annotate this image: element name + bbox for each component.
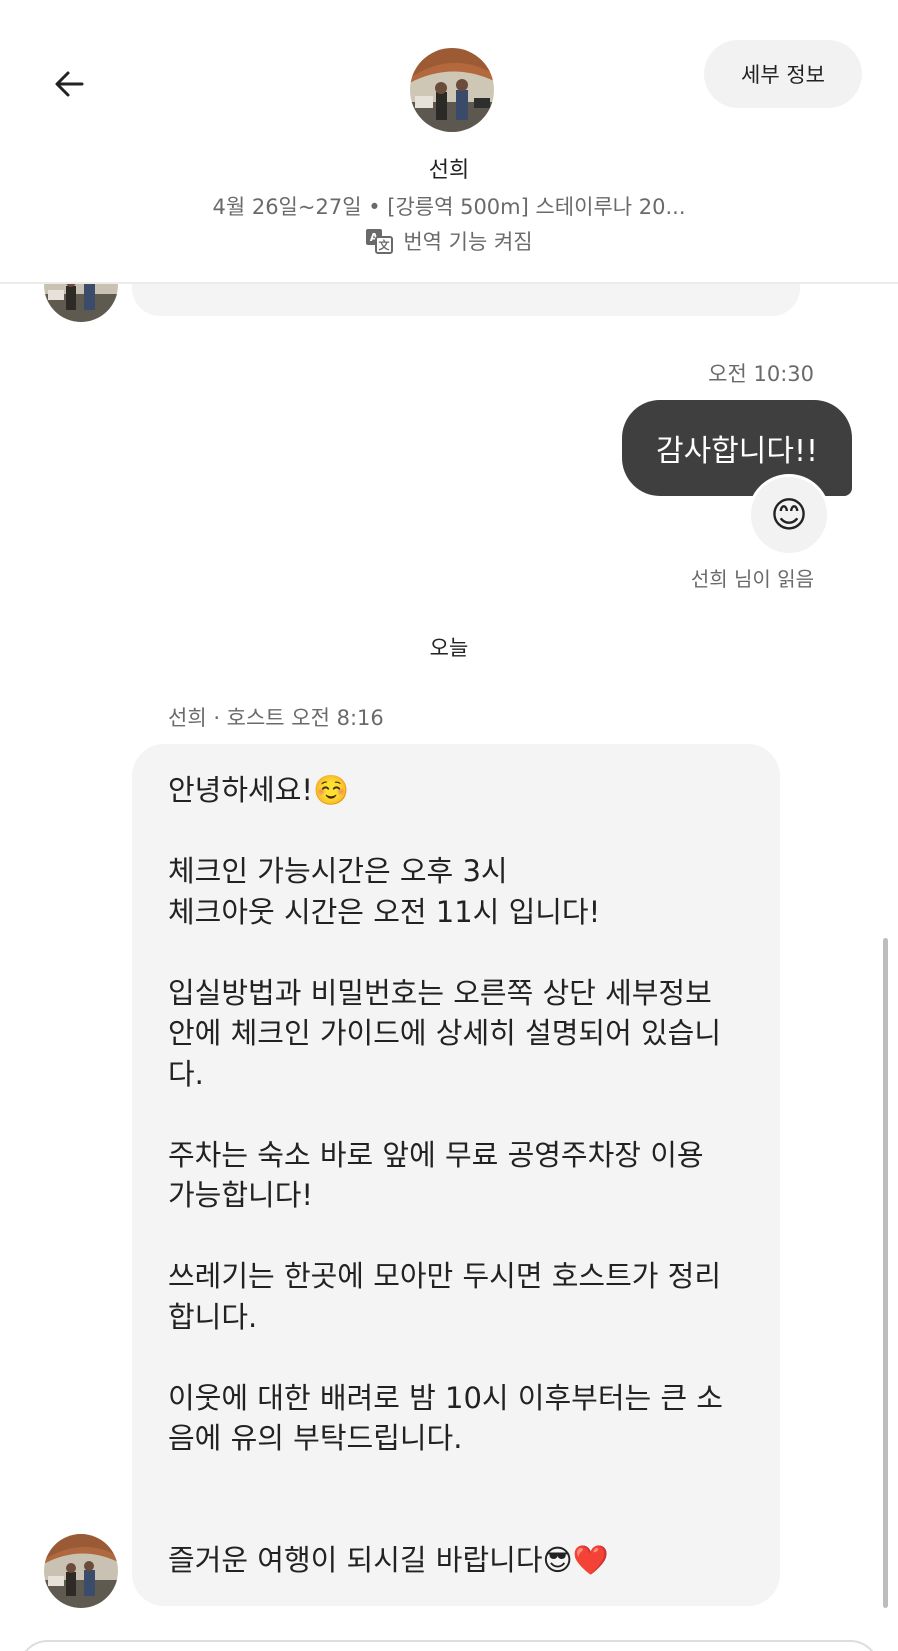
host-message-line [168, 1459, 744, 1500]
host-message-meta: 선희 · 호스트 오전 8:16 [168, 706, 384, 730]
host-message-line: 이웃에 대한 배려로 밤 10시 이후부터는 큰 소 [168, 1380, 723, 1415]
host-message-line: 음에 유의 부탁드립니다. [168, 1421, 463, 1455]
host-message-line [168, 811, 744, 852]
host-message-line: 안에 체크인 가이드에 상세히 설명되어 있습니 [168, 1016, 722, 1050]
host-message-line: 쓰레기는 한곳에 모아만 두시면 호스트가 정리 [168, 1259, 722, 1293]
scrollbar-thumb[interactable] [883, 938, 888, 1608]
host-message-line: 주차는 숙소 바로 앞에 무료 공영주차장 이용 [168, 1137, 704, 1172]
svg-text:文: 文 [379, 238, 391, 252]
back-button[interactable] [48, 62, 92, 106]
host-message-line [168, 1337, 744, 1378]
host-message-bubble[interactable]: 안녕하세요!☺️ 체크인 가능시간은 오후 3시체크아웃 시간은 오전 11시 입… [132, 744, 780, 1606]
host-message-line: 체크아웃 시간은 오전 11시 입니다! [168, 894, 601, 929]
host-message-line: 즐거운 여행이 되시길 바랍니다😎❤️ [168, 1542, 609, 1577]
translation-status[interactable]: A 文 번역 기능 켜짐 [0, 226, 898, 256]
host-message-line: 체크인 가능시간은 오후 3시 [168, 854, 508, 888]
host-message-line [168, 932, 744, 973]
read-receipt: 선희 님이 읽음 [690, 567, 814, 591]
details-button[interactable]: 세부 정보 [704, 40, 862, 108]
my-message-text: 감사합니다!! [655, 434, 819, 469]
arrow-left-icon [55, 71, 84, 97]
translation-label: 번역 기능 켜짐 [403, 230, 533, 254]
translate-icon: A 文 [366, 229, 394, 254]
reaction-badge[interactable]: 😊 [748, 474, 830, 556]
host-avatar-large[interactable] [410, 48, 494, 132]
host-avatar[interactable] [44, 1534, 118, 1608]
host-message-line: 입실방법과 비밀번호는 오른쪽 상단 세부정보 [168, 975, 712, 1010]
host-message-line [168, 1094, 744, 1135]
reservation-summary[interactable]: 4월 26일~27일 • [강릉역 500m] 스테이루나 20... [0, 191, 898, 221]
host-message-line [168, 1216, 744, 1257]
host-message-line: 가능합니다! [168, 1178, 314, 1212]
host-message-line: 안녕하세요!☺️ [168, 773, 350, 807]
conversation-header: 세부 정보 선희 4월 26일~27일 • [강릉역 500m] 스테이루나 2… [0, 0, 898, 284]
host-message-line: 다. [168, 1056, 204, 1091]
smiling-face-icon: 😊 [770, 494, 808, 536]
host-name: 선희 [428, 158, 470, 183]
message-composer[interactable] [18, 1640, 880, 1651]
host-message-line: 합니다. [168, 1299, 258, 1334]
day-separator: 오늘 [429, 636, 469, 660]
message-timestamp: 오전 10:30 [708, 362, 814, 386]
host-message-line [168, 1499, 744, 1540]
my-message-bubble[interactable]: 감사합니다!! [622, 400, 852, 496]
